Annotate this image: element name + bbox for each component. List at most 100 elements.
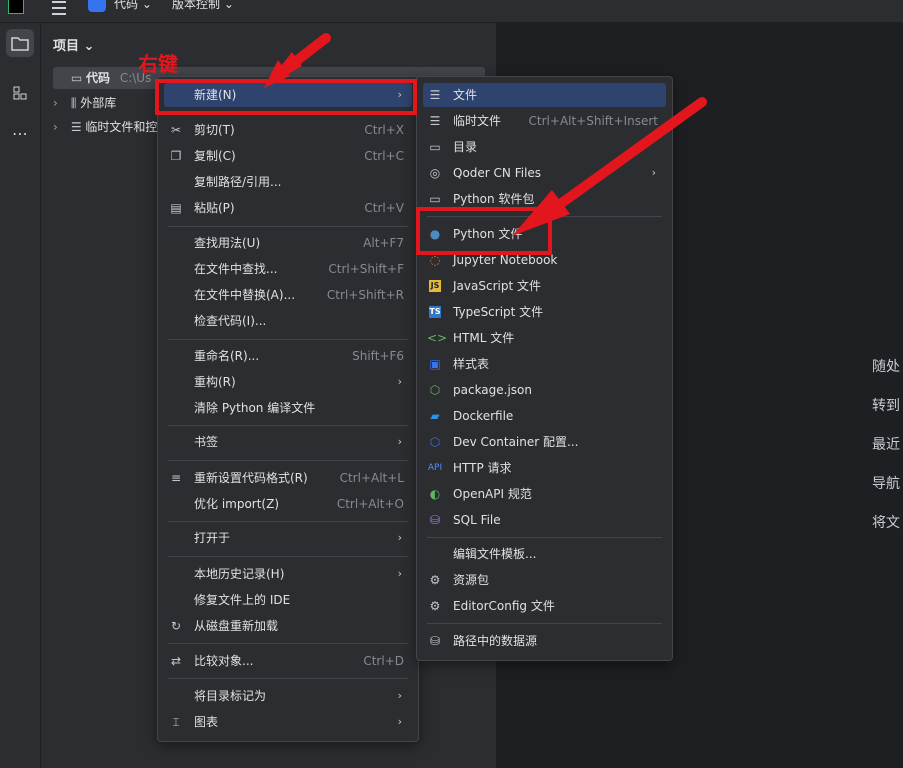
project-tool-button[interactable] xyxy=(6,29,34,57)
menu-item-copy-path[interactable]: 复制路径/引用... xyxy=(164,170,412,194)
divider xyxy=(168,425,408,426)
submenu-item-qoder[interactable]: ◎ Qoder CN Files › xyxy=(423,161,666,185)
submenu-item-dev-container[interactable]: ⬡ Dev Container 配置... xyxy=(423,430,666,454)
hint-goto-file: 转到 xyxy=(872,398,900,414)
divider xyxy=(168,678,408,679)
chevron-right-icon: › xyxy=(397,689,402,702)
menu-item-clean-python[interactable]: 清除 Python 编译文件 xyxy=(164,396,412,420)
chevron-right-icon[interactable]: › xyxy=(53,92,67,114)
devcontainer-icon: ⬡ xyxy=(429,435,441,449)
menu-item-diagrams[interactable]: ⌶ 图表 › xyxy=(164,710,412,734)
tree-row-libraries[interactable]: › ⫼ 外部库 xyxy=(53,92,116,114)
chevron-right-icon: › xyxy=(397,531,402,544)
cut-icon: ✂ xyxy=(170,123,182,137)
menu-item-copy[interactable]: ❐ 复制(C) Ctrl+C xyxy=(164,144,412,168)
hint-recent-files: 最近 xyxy=(872,437,900,453)
docker-icon: ▰ xyxy=(430,409,440,423)
submenu-item-directory[interactable]: ▭ 目录 xyxy=(423,135,666,159)
tool-window-stripe: ⋯ xyxy=(0,23,41,768)
hint-drop-files: 将文 xyxy=(872,515,900,531)
menu-item-local-history[interactable]: 本地历史记录(H) › xyxy=(164,562,412,586)
project-selector[interactable]: 代码 ⌄ xyxy=(114,0,152,12)
menu-item-bookmarks[interactable]: 书签 › xyxy=(164,430,412,454)
more-tools-button[interactable]: ⋯ xyxy=(6,119,34,147)
diagram-icon: ⌶ xyxy=(172,715,180,729)
structure-icon xyxy=(13,86,27,100)
main-menu-icon[interactable] xyxy=(52,1,66,15)
menu-item-reformat-code[interactable]: ≡ 重新设置代码格式(R) Ctrl+Alt+L xyxy=(164,466,412,490)
submenu-item-package-json[interactable]: ⬡ package.json xyxy=(423,378,666,402)
ts-icon: TS xyxy=(429,306,441,318)
menu-item-inspect-code[interactable]: 检查代码(I)... xyxy=(164,309,412,333)
tree-row-label: 临时文件和控 xyxy=(85,120,158,134)
database-icon: ⛁ xyxy=(429,513,441,527)
menu-item-replace-in-files[interactable]: 在文件中替换(A)... Ctrl+Shift+R xyxy=(164,283,412,307)
structure-tool-button[interactable] xyxy=(6,79,34,107)
menu-item-mark-directory[interactable]: 将目录标记为 › xyxy=(164,684,412,708)
tree-row-label: 代码 xyxy=(86,71,111,85)
divider xyxy=(427,537,662,538)
submenu-item-http-request[interactable]: API HTTP 请求 xyxy=(423,456,666,480)
database-icon: ⛁ xyxy=(429,634,441,648)
chevron-right-icon: › xyxy=(651,166,656,179)
openapi-icon: ◐ xyxy=(429,487,441,501)
submenu-item-dockerfile[interactable]: ▰ Dockerfile xyxy=(423,404,666,428)
divider xyxy=(168,339,408,340)
submenu-item-file[interactable]: ☰ 文件 xyxy=(423,83,666,107)
annotation-right-click-label: 右键 xyxy=(138,52,178,76)
submenu-item-edit-templates[interactable]: 编辑文件模板... xyxy=(423,542,666,566)
menu-item-find-usages[interactable]: 查找用法(U) Alt+F7 xyxy=(164,231,412,255)
menu-item-refactor[interactable]: 重构(R) › xyxy=(164,370,412,394)
reload-icon: ↻ xyxy=(170,619,182,633)
menu-item-paste[interactable]: ▤ 粘贴(P) Ctrl+V xyxy=(164,196,412,220)
format-icon: ≡ xyxy=(170,471,182,485)
submenu-item-editorconfig[interactable]: ⚙ EditorConfig 文件 xyxy=(423,594,666,618)
scratch-icon: ☰ xyxy=(70,120,82,134)
folder-icon xyxy=(11,37,29,51)
divider xyxy=(168,643,408,644)
qoder-icon: ◎ xyxy=(429,166,441,180)
chevron-right-icon: › xyxy=(397,435,402,448)
submenu-item-javascript[interactable]: JS JavaScript 文件 xyxy=(423,274,666,298)
divider xyxy=(168,556,408,557)
highlight-box-python-file xyxy=(416,207,552,255)
library-icon: ⫼ xyxy=(70,96,77,110)
menu-item-open-in[interactable]: 打开于 › xyxy=(164,526,412,550)
menu-item-optimize-imports[interactable]: 优化 import(Z) Ctrl+Alt+O xyxy=(164,492,412,516)
title-bar: 代码 ⌄ 版本控制 ⌄ xyxy=(0,0,903,23)
submenu-item-sql-file[interactable]: ⛁ SQL File xyxy=(423,508,666,532)
menu-item-rename[interactable]: 重命名(R)... Shift+F6 xyxy=(164,344,412,368)
submenu-item-typescript[interactable]: TS TypeScript 文件 xyxy=(423,300,666,324)
chevron-right-icon[interactable]: › xyxy=(53,116,67,138)
submenu-item-resource-bundle[interactable]: ⚙ 资源包 xyxy=(423,568,666,592)
menu-item-compare-with[interactable]: ⇄ 比较对象... Ctrl+D xyxy=(164,649,412,673)
html-icon: <> xyxy=(427,331,448,345)
vcs-selector[interactable]: 版本控制 ⌄ xyxy=(172,0,234,12)
chevron-right-icon: › xyxy=(397,375,402,388)
menu-item-cut[interactable]: ✂ 剪切(T) Ctrl+X xyxy=(164,118,412,142)
copy-icon: ❐ xyxy=(170,149,182,163)
submenu-item-data-source-in-path[interactable]: ⛁ 路径中的数据源 xyxy=(423,629,666,653)
menu-item-find-in-files[interactable]: 在文件中查找... Ctrl+Shift+F xyxy=(164,257,412,281)
menu-item-reload-from-disk[interactable]: ↻ 从磁盘重新加载 xyxy=(164,614,412,638)
divider xyxy=(427,623,662,624)
folder-icon: ▭ xyxy=(70,71,83,85)
hint-navigation-bar: 导航 xyxy=(872,476,900,492)
submenu-item-stylesheet[interactable]: ▣ 样式表 xyxy=(423,352,666,376)
resource-bundle-icon: ⚙ xyxy=(429,573,441,587)
tree-row-scratches[interactable]: › ☰ 临时文件和控 xyxy=(53,116,157,138)
submenu-item-scratch-file[interactable]: ☰ 临时文件 Ctrl+Alt+Shift+Insert xyxy=(423,109,666,133)
submenu-item-openapi[interactable]: ◐ OpenAPI 规范 xyxy=(423,482,666,506)
hint-search-everywhere: 随处 xyxy=(872,359,900,375)
js-icon: JS xyxy=(429,280,441,292)
highlight-box-new xyxy=(155,79,417,115)
menu-item-repair-ide[interactable]: 修复文件上的 IDE xyxy=(164,588,412,612)
project-badge-icon[interactable] xyxy=(88,0,106,12)
folder-icon: ▭ xyxy=(429,140,441,154)
app-logo-icon xyxy=(8,0,24,14)
panel-title[interactable]: 项目 ⌄ xyxy=(53,35,94,54)
chevron-right-icon: › xyxy=(397,715,402,728)
paste-icon: ▤ xyxy=(170,201,182,215)
submenu-item-html[interactable]: <> HTML 文件 xyxy=(423,326,666,350)
compare-icon: ⇄ xyxy=(170,654,182,668)
